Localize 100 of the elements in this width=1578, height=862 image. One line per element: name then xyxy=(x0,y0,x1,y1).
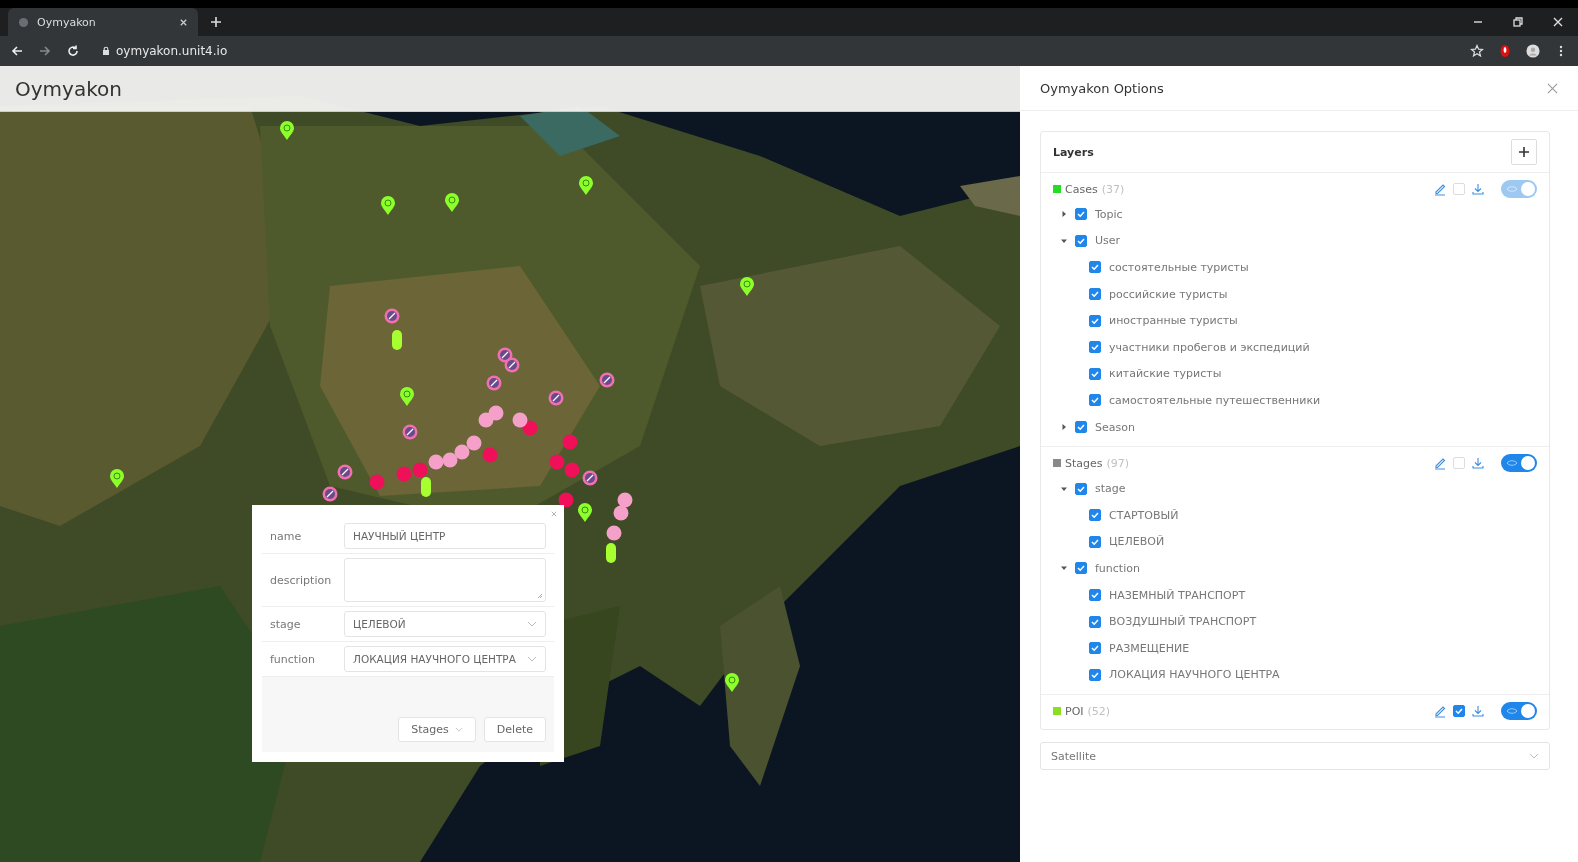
map-marker-icon[interactable] xyxy=(337,464,353,480)
basemap-select[interactable]: Satellite xyxy=(1040,742,1550,771)
map-marker-icon[interactable] xyxy=(369,474,385,490)
map-marker-icon[interactable] xyxy=(562,434,578,450)
layer-count: (52) xyxy=(1087,704,1111,718)
checkbox[interactable] xyxy=(1075,562,1087,575)
tree-item-label: User xyxy=(1095,234,1121,248)
checkbox[interactable] xyxy=(1089,615,1101,628)
pencil-icon[interactable] xyxy=(1433,182,1447,196)
tree-item-label: stage xyxy=(1095,482,1126,496)
map-marker-icon[interactable] xyxy=(582,470,598,486)
map-marker-icon[interactable] xyxy=(402,424,418,440)
download-icon[interactable] xyxy=(1471,704,1485,719)
profile-icon[interactable] xyxy=(1526,44,1540,58)
map-marker-icon[interactable] xyxy=(512,412,528,428)
back-icon[interactable] xyxy=(10,44,24,58)
address-bar[interactable]: oymyakon.unit4.io xyxy=(116,44,228,58)
field-label: stage xyxy=(270,617,302,631)
tree-item-label: китайские туристы xyxy=(1109,367,1222,381)
checkbox[interactable] xyxy=(1089,642,1101,655)
caret-icon[interactable] xyxy=(1061,565,1067,572)
plus-icon xyxy=(1518,146,1530,158)
forward-icon[interactable] xyxy=(38,44,52,58)
checkbox[interactable] xyxy=(1089,668,1101,681)
chevron-down-icon xyxy=(454,727,463,732)
map-marker-icon[interactable] xyxy=(599,372,615,388)
extension-icon[interactable] xyxy=(1498,44,1512,58)
map-marker-icon[interactable] xyxy=(564,462,580,478)
tree-item-label: самостоятельные путешественники xyxy=(1109,393,1321,407)
checkbox[interactable] xyxy=(1075,482,1087,495)
map-marker-icon[interactable] xyxy=(454,444,470,460)
map-marker-icon[interactable] xyxy=(613,505,629,521)
restore-icon[interactable] xyxy=(1512,16,1524,28)
tree-item-label: СТАРТОВЫЙ xyxy=(1109,508,1179,522)
map-marker-icon[interactable] xyxy=(428,454,444,470)
caret-icon[interactable] xyxy=(1061,485,1067,492)
map-marker-icon[interactable] xyxy=(504,357,520,373)
map-marker-icon[interactable] xyxy=(548,390,564,406)
map-pin-icon[interactable] xyxy=(279,121,295,141)
chevron-down-icon xyxy=(527,656,537,662)
map-marker-icon[interactable] xyxy=(522,420,538,436)
tree-item-label: иностранные туристы xyxy=(1109,314,1238,328)
select-field[interactable]: ЛОКАЦИЯ НАУЧНОГО ЦЕНТРА xyxy=(344,646,546,672)
tree-item-label: РАЗМЕЩЕНИЕ xyxy=(1109,641,1190,655)
tree-item-label: Topic xyxy=(1095,207,1123,221)
app-title: Oymyakon xyxy=(15,76,122,101)
map-marker-icon[interactable] xyxy=(486,375,502,391)
panel-title: Oymyakon Options xyxy=(1040,80,1165,96)
dropdown-button[interactable]: Stages xyxy=(398,717,476,742)
resize-grip-icon[interactable] xyxy=(537,593,543,599)
map-marker-icon[interactable] xyxy=(442,452,458,468)
map-pin-icon[interactable] xyxy=(724,673,740,693)
globe-icon xyxy=(18,16,29,28)
name-field[interactable]: НАУЧНЫЙ ЦЕНТР xyxy=(344,523,546,549)
map-marker-icon[interactable] xyxy=(392,330,402,350)
visibility-toggle[interactable] xyxy=(1501,454,1537,473)
map-marker-icon[interactable] xyxy=(606,525,622,541)
download-icon[interactable] xyxy=(1471,182,1485,196)
pencil-icon[interactable] xyxy=(1433,456,1447,471)
description-field[interactable] xyxy=(344,558,546,602)
delete-button[interactable]: Delete xyxy=(483,717,546,742)
download-icon[interactable] xyxy=(1471,456,1485,471)
close-icon[interactable] xyxy=(179,17,188,27)
layer-count: (37) xyxy=(1101,182,1125,196)
map-marker-icon[interactable] xyxy=(482,447,498,463)
pencil-icon[interactable] xyxy=(1433,704,1447,719)
map-marker-icon[interactable] xyxy=(466,435,482,451)
chevron-down-icon xyxy=(527,621,537,627)
map-pin-icon[interactable] xyxy=(577,503,593,523)
checkbox[interactable] xyxy=(1089,535,1101,548)
map-marker-icon[interactable] xyxy=(421,477,431,497)
add-button[interactable] xyxy=(1511,139,1537,165)
tree-item-label: function xyxy=(1095,561,1140,575)
map-marker-icon[interactable] xyxy=(322,486,338,502)
tree-item-label: Season xyxy=(1095,420,1135,434)
checkbox[interactable] xyxy=(1089,509,1101,522)
checkbox[interactable] xyxy=(1089,589,1101,601)
map-marker-icon[interactable] xyxy=(549,454,565,470)
select-field[interactable]: ЦЕЛЕВОЙ xyxy=(344,611,546,637)
star-icon[interactable] xyxy=(1470,44,1484,58)
map-marker-icon[interactable] xyxy=(412,462,428,478)
tree-item-label: состоятельные туристы xyxy=(1109,261,1249,274)
new-tab-icon[interactable] xyxy=(210,16,222,28)
map-marker-icon[interactable] xyxy=(396,466,412,482)
eye-icon xyxy=(1506,185,1518,193)
map-marker-icon[interactable] xyxy=(488,405,504,421)
field-label: name xyxy=(270,529,303,543)
map-marker-icon[interactable] xyxy=(606,543,616,563)
tree-item-label: ЦЕЛЕВОЙ xyxy=(1109,535,1165,549)
eye-icon xyxy=(1506,459,1518,468)
map-marker-icon[interactable] xyxy=(617,492,633,508)
browser-tab[interactable]: Oymyakon xyxy=(8,8,198,36)
card-title: Layers xyxy=(1053,145,1095,159)
map-marker-icon[interactable] xyxy=(558,492,574,508)
map-marker-icon[interactable] xyxy=(384,308,400,324)
checkbox[interactable] xyxy=(1453,705,1465,718)
tree-item-label: НАЗЕМНЫЙ ТРАНСПОРТ xyxy=(1109,588,1246,602)
reload-icon[interactable] xyxy=(66,44,80,58)
visibility-toggle[interactable] xyxy=(1501,702,1537,721)
field-label: function xyxy=(270,652,316,666)
